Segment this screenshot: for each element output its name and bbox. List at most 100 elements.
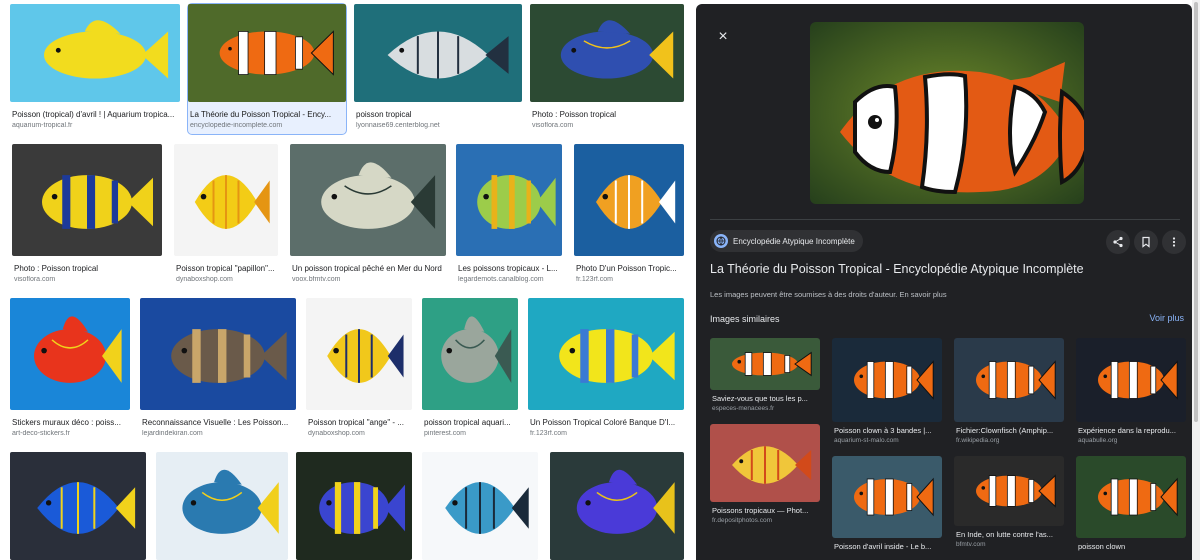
result-tile[interactable]: poisson tropical lyonnaise69.centerblog.n… (354, 4, 522, 134)
result-caption[interactable]: Poisson tropical "ange" - ... (308, 418, 410, 427)
similar-image-caption[interactable]: En Inde, on lutte contre l'as... (956, 530, 1064, 539)
result-thumbnail[interactable] (10, 452, 146, 560)
save-button[interactable] (1134, 230, 1158, 254)
see-more-link[interactable]: Voir plus (1149, 313, 1184, 323)
result-tile[interactable] (550, 452, 684, 560)
result-thumbnail[interactable] (12, 144, 162, 256)
result-thumbnail[interactable] (528, 298, 684, 410)
more-options-button[interactable] (1162, 230, 1186, 254)
similar-image-caption[interactable]: poisson clown (1078, 542, 1186, 551)
result-caption[interactable]: Photo : Poisson tropical (532, 110, 682, 119)
result-source: encyclopedie-incomplete.com (190, 122, 283, 129)
result-thumbnail[interactable] (296, 452, 412, 560)
more-vert-icon (1172, 237, 1176, 247)
similar-image-thumbnail[interactable] (832, 456, 942, 538)
result-title[interactable]: La Théorie du Poisson Tropical - Encyclo… (710, 262, 1180, 276)
result-source: art-deco-stickers.fr (12, 430, 70, 437)
similar-image-caption[interactable]: Poisson clown à 3 bandes |... (834, 426, 942, 435)
result-caption[interactable]: Reconnaissance Visuelle : Les Poisson... (142, 418, 294, 427)
similar-image-caption[interactable]: Saviez-vous que tous les p... (712, 394, 820, 403)
close-icon: × (718, 28, 728, 45)
scrollbar[interactable] (1192, 0, 1200, 560)
result-tile[interactable]: Photo : Poisson tropical visoflora.com (530, 4, 684, 134)
result-tile[interactable]: poisson tropical aquari... pinterest.com (422, 298, 518, 446)
result-thumbnail[interactable] (140, 298, 296, 410)
result-thumbnail[interactable] (574, 144, 684, 256)
result-tile[interactable]: Poisson (tropical) d'avril ! | Aquarium … (10, 4, 180, 134)
result-thumbnail[interactable] (188, 4, 346, 102)
result-thumbnail[interactable] (10, 298, 130, 410)
result-source: legardemots.canalblog.com (458, 276, 544, 283)
close-button[interactable]: × (710, 24, 736, 50)
result-caption[interactable]: Un Poisson Tropical Coloré Banque D'I... (530, 418, 682, 427)
similar-image-thumbnail[interactable] (954, 456, 1064, 526)
share-button[interactable] (1106, 230, 1130, 254)
similar-image-source: aquarium-st-malo.com (834, 437, 899, 444)
result-tile[interactable]: Les poissons tropicaux - L... legardemots… (456, 144, 562, 292)
result-tile[interactable]: Stickers muraux déco : poiss... art-deco-… (10, 298, 130, 446)
result-thumbnail[interactable] (550, 452, 684, 560)
divider (710, 219, 1180, 220)
result-tile[interactable]: La Théorie du Poisson Tropical - Ency...… (187, 3, 347, 135)
similar-image-thumbnail[interactable] (710, 424, 820, 502)
result-caption[interactable]: poisson tropical (356, 110, 520, 119)
result-caption[interactable]: Photo : Poisson tropical (14, 264, 160, 273)
result-thumbnail[interactable] (456, 144, 562, 256)
source-name: Encyclopédie Atypique Incomplète (733, 236, 855, 246)
globe-icon (714, 234, 728, 248)
similar-image-thumbnail[interactable] (1076, 338, 1186, 422)
result-source: voox.bfmtv.com (292, 276, 341, 283)
result-tile[interactable]: Un poisson tropical pêché en Mer du Nord… (290, 144, 446, 292)
result-thumbnail[interactable] (422, 298, 518, 410)
result-source: lejardindekiran.com (142, 430, 203, 437)
result-caption[interactable]: Poisson (tropical) d'avril ! | Aquarium … (12, 110, 178, 119)
similar-image-thumbnail[interactable] (954, 338, 1064, 422)
result-caption[interactable]: Un poisson tropical pêché en Mer du Nord (292, 264, 444, 273)
result-thumbnail[interactable] (422, 452, 538, 560)
result-source: visoflora.com (14, 276, 56, 283)
similar-image-caption[interactable]: Expérience dans la reprodu... (1078, 426, 1186, 435)
result-source: aquarium-tropical.fr (12, 122, 73, 129)
result-source: dynaboxshop.com (308, 430, 365, 437)
result-thumbnail[interactable] (290, 144, 446, 256)
similar-image-caption[interactable]: Fichier:Clownfisch (Amphip... (956, 426, 1064, 435)
preview-image[interactable] (810, 22, 1084, 204)
result-source: visoflora.com (532, 122, 574, 129)
result-source: pinterest.com (424, 430, 467, 437)
result-thumbnail[interactable] (306, 298, 412, 410)
result-thumbnail[interactable] (354, 4, 522, 102)
result-tile[interactable] (422, 452, 538, 560)
learn-more-link[interactable]: En savoir plus (899, 290, 946, 299)
image-results-grid: Poisson (tropical) d'avril ! | Aquarium … (0, 0, 696, 560)
result-tile[interactable]: Un Poisson Tropical Coloré Banque D'I...… (528, 298, 684, 446)
result-tile[interactable] (10, 452, 146, 560)
result-tile[interactable]: Photo D'un Poisson Tropic... fr.123rf.com (574, 144, 684, 292)
result-thumbnail[interactable] (156, 452, 288, 560)
result-tile[interactable] (296, 452, 412, 560)
result-tile[interactable]: Photo : Poisson tropical visoflora.com (12, 144, 162, 292)
result-caption[interactable]: Les poissons tropicaux - L... (458, 264, 560, 273)
result-source: dynaboxshop.com (176, 276, 233, 283)
similar-image-thumbnail[interactable] (1076, 456, 1186, 538)
similar-image-caption[interactable]: Poissons tropicaux — Phot... (712, 506, 820, 515)
similar-image-thumbnail[interactable] (832, 338, 942, 422)
source-chip[interactable]: Encyclopédie Atypique Incomplète (710, 230, 863, 252)
preview-panel: × Encyclopédie Atypique Incomplète La Th… (696, 4, 1192, 560)
result-thumbnail[interactable] (530, 4, 684, 102)
result-thumbnail[interactable] (10, 4, 180, 102)
result-caption[interactable]: poisson tropical aquari... (424, 418, 516, 427)
result-tile[interactable]: Poisson tropical "ange" - ... dynaboxshop… (306, 298, 412, 446)
result-caption[interactable]: Photo D'un Poisson Tropic... (576, 264, 682, 273)
copyright-notice: Les images peuvent être soumises à des d… (710, 290, 947, 299)
similar-image-thumbnail[interactable] (710, 338, 820, 390)
result-thumbnail[interactable] (174, 144, 278, 256)
result-caption[interactable]: Poisson tropical "papillon"... (176, 264, 276, 273)
result-caption[interactable]: Stickers muraux déco : poiss... (12, 418, 128, 427)
result-tile[interactable]: Reconnaissance Visuelle : Les Poisson...… (140, 298, 296, 446)
scrollbar-thumb[interactable] (1194, 2, 1198, 422)
result-source: fr.123rf.com (576, 276, 613, 283)
result-caption[interactable]: La Théorie du Poisson Tropical - Ency... (190, 110, 344, 119)
result-tile[interactable]: Poisson tropical "papillon"... dynaboxsho… (174, 144, 278, 292)
similar-image-caption[interactable]: Poisson d'avril inside - Le b... (834, 542, 942, 551)
result-tile[interactable] (156, 452, 288, 560)
